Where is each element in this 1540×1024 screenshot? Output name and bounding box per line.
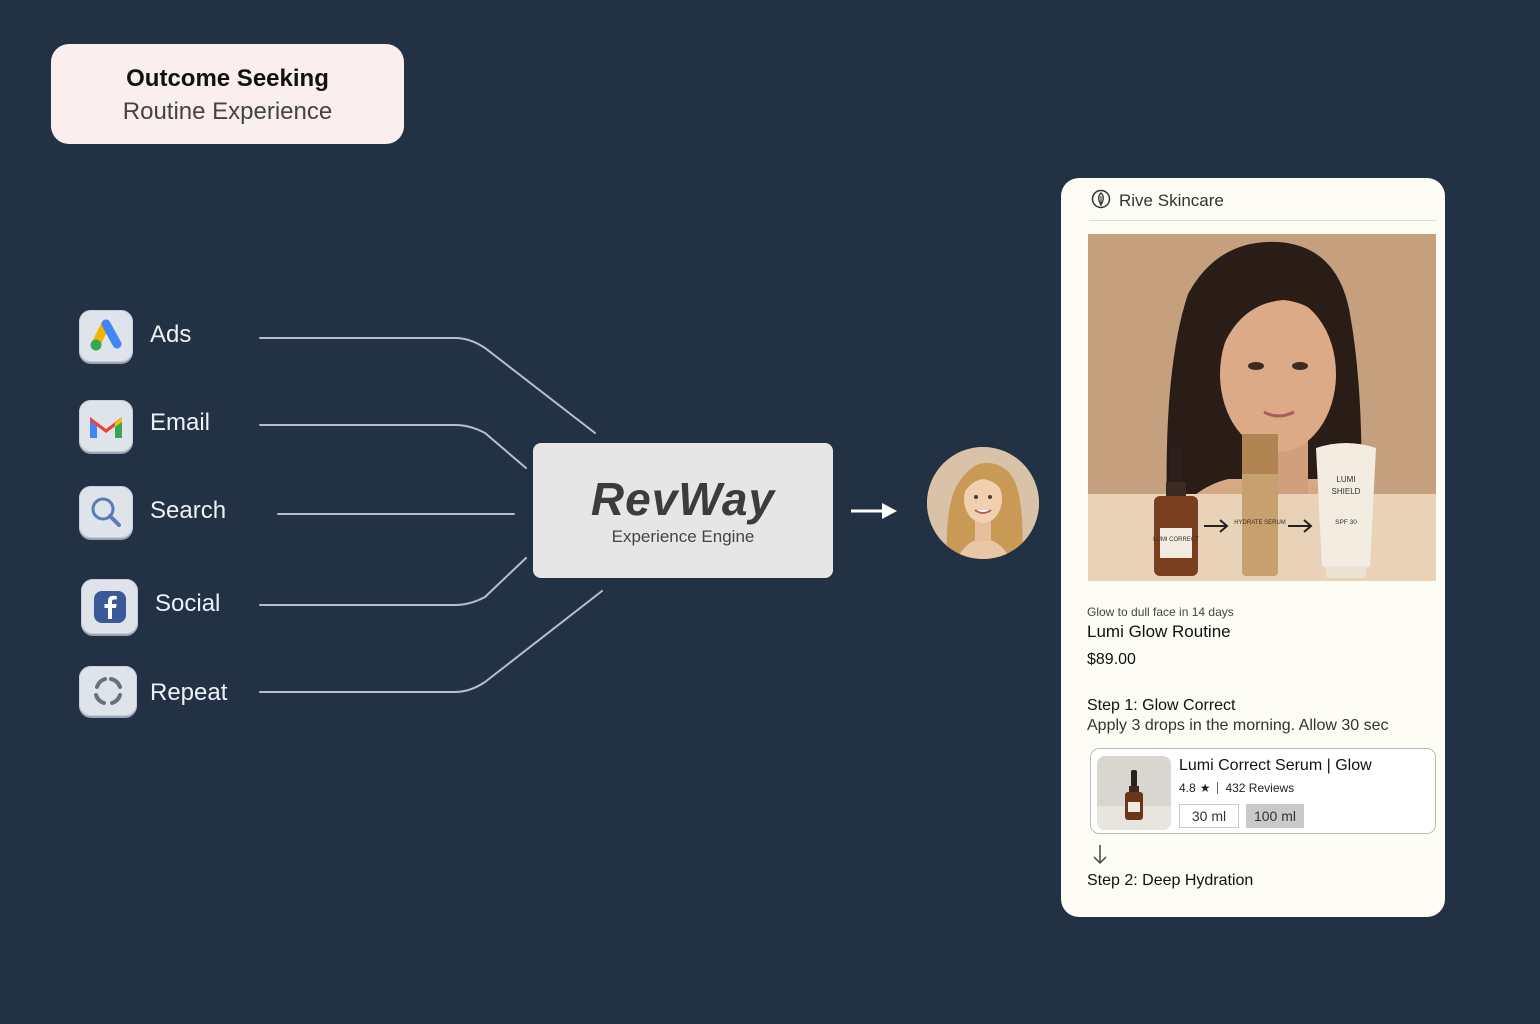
channel-label-search: Search: [150, 497, 227, 524]
product-rating: 4.8 ★ 432 Reviews: [1179, 781, 1294, 795]
connector-ads: [259, 337, 596, 434]
product-title: Lumi Glow Routine: [1087, 622, 1231, 641]
size-option-30ml[interactable]: 30 ml: [1179, 804, 1239, 828]
leaf-logo-icon: [1091, 189, 1111, 214]
avatar: [927, 447, 1039, 559]
tagline: Glow to dull face in 14 days: [1087, 605, 1234, 619]
revway-logo: RevWay: [590, 473, 776, 525]
bottle-label-3c: SPF 30: [1335, 519, 1357, 526]
channel-label-ads: Ads: [150, 321, 192, 348]
channel-label-repeat: Repeat: [150, 679, 228, 706]
experience-engine-box: RevWay Experience Engine: [533, 443, 833, 578]
repeat-icon[interactable]: [79, 666, 137, 716]
engine-subtitle: Experience Engine: [611, 527, 755, 546]
facebook-icon[interactable]: [81, 579, 138, 634]
header-divider: [1089, 220, 1437, 221]
bottle-label-1: LUMI CORRECT: [1153, 537, 1199, 543]
product-card[interactable]: Lumi Correct Serum | Glow 4.8 ★ 432 Revi…: [1090, 748, 1436, 834]
rating-divider: [1217, 782, 1219, 794]
connector-email: [259, 424, 527, 469]
star-icon: ★: [1199, 781, 1211, 795]
rating-value: 4.8: [1179, 781, 1196, 795]
brand-header: Rive Skincare: [1091, 188, 1224, 214]
channel-label-email: Email: [150, 409, 211, 436]
search-icon[interactable]: [79, 486, 133, 538]
bottle-label-2: HYDRATE SERUM: [1234, 520, 1286, 526]
bottle-label-3a: LUMI: [1336, 475, 1355, 484]
bottle-label-3b: SHIELD: [1332, 487, 1361, 496]
product-page-card: Rive Skincare LUMI CORRECT HYDRATE SERUM…: [1061, 178, 1445, 917]
price: $89.00: [1087, 651, 1136, 668]
step-2-title: Step 2: Deep Hydration: [1087, 872, 1254, 889]
google-ads-icon[interactable]: [79, 310, 133, 362]
down-arrow-icon: [1090, 843, 1110, 872]
step-1-description: Apply 3 drops in the morning. Allow 30 s…: [1087, 717, 1389, 734]
product-thumbnail: [1097, 756, 1171, 830]
brand-name: Rive Skincare: [1119, 191, 1224, 210]
gmail-icon[interactable]: [79, 400, 133, 452]
connector-repeat: [259, 590, 603, 693]
hero-image: LUMI CORRECT HYDRATE SERUM LUMI SHIELD S…: [1088, 234, 1436, 581]
step-1-title: Step 1: Glow Correct: [1087, 697, 1236, 714]
size-option-100ml[interactable]: 100 ml: [1246, 804, 1304, 828]
arrow-to-avatar: [851, 503, 897, 519]
channel-label-social: Social: [155, 590, 221, 617]
review-count: 432 Reviews: [1225, 781, 1295, 795]
connector-social: [259, 557, 527, 606]
product-name: Lumi Correct Serum | Glow: [1179, 757, 1372, 774]
